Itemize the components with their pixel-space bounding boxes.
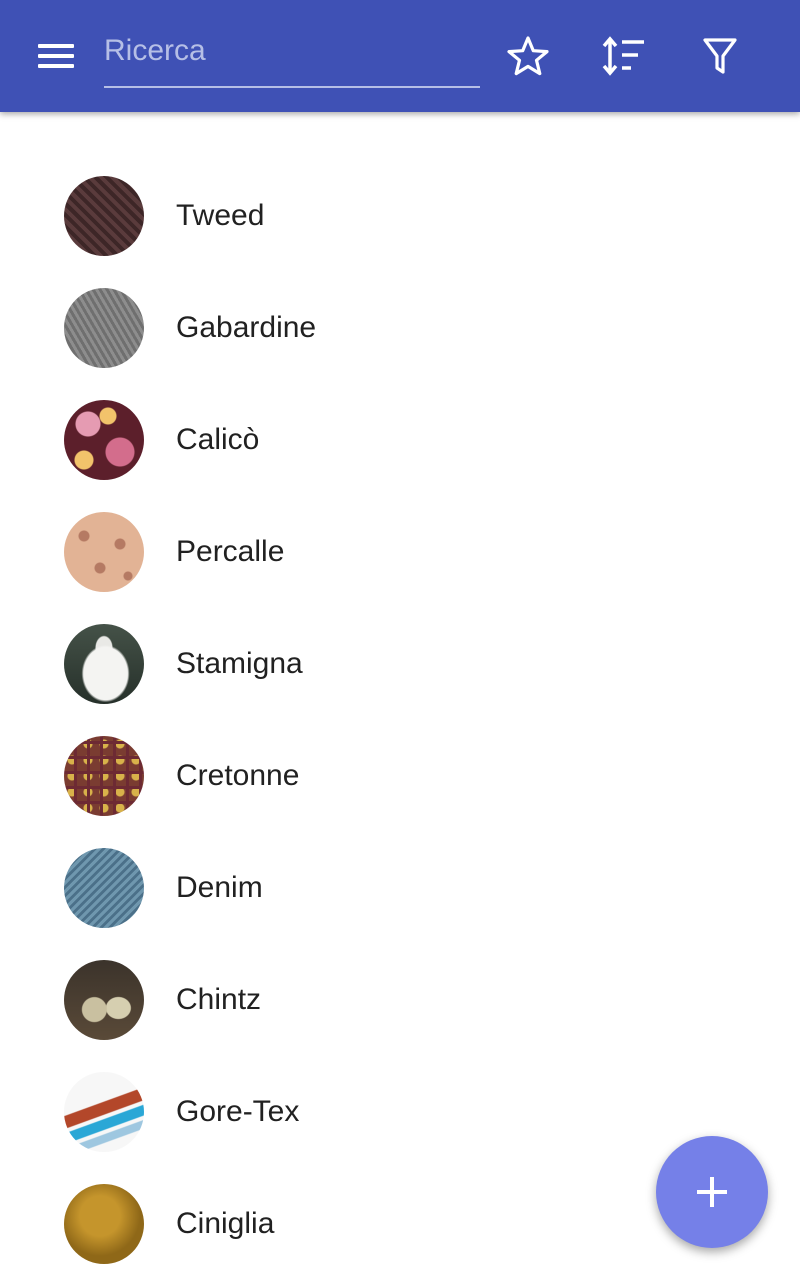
list-item-label: Cretonne bbox=[176, 759, 300, 792]
list-item-label: Calicò bbox=[176, 423, 260, 456]
list-item[interactable]: Stamigna bbox=[0, 608, 800, 720]
search-field bbox=[104, 24, 480, 88]
filter-button[interactable] bbox=[692, 28, 748, 84]
list-item-label: Gore-Tex bbox=[176, 1095, 300, 1128]
add-button[interactable] bbox=[656, 1136, 768, 1248]
list-item-label: Denim bbox=[176, 871, 263, 904]
list-item[interactable]: Calicò bbox=[0, 384, 800, 496]
star-icon bbox=[507, 36, 549, 76]
filter-icon bbox=[703, 38, 737, 74]
favorites-button[interactable] bbox=[500, 28, 556, 84]
list-item-label: Ciniglia bbox=[176, 1207, 275, 1240]
list-item[interactable]: Chintz bbox=[0, 944, 800, 1056]
list-item-label: Tweed bbox=[176, 199, 265, 232]
sort-button[interactable] bbox=[596, 28, 652, 84]
avatar bbox=[64, 736, 144, 816]
list-item[interactable]: Denim bbox=[0, 832, 800, 944]
list-item-label: Percalle bbox=[176, 535, 285, 568]
avatar bbox=[64, 288, 144, 368]
sort-icon bbox=[602, 36, 644, 76]
search-input[interactable] bbox=[104, 24, 480, 88]
list-item[interactable]: Cretonne bbox=[0, 720, 800, 832]
avatar bbox=[64, 512, 144, 592]
menu-button[interactable] bbox=[28, 32, 84, 80]
avatar bbox=[64, 624, 144, 704]
avatar bbox=[64, 176, 144, 256]
list-item-label: Gabardine bbox=[176, 311, 317, 344]
avatar bbox=[64, 1184, 144, 1264]
avatar bbox=[64, 1072, 144, 1152]
list-item[interactable]: Tweed bbox=[0, 160, 800, 272]
avatar bbox=[64, 848, 144, 928]
list-item-label: Chintz bbox=[176, 983, 262, 1016]
list-item-label: Stamigna bbox=[176, 647, 303, 680]
avatar bbox=[64, 400, 144, 480]
list-item[interactable]: Gabardine bbox=[0, 272, 800, 384]
list-item[interactable]: Percalle bbox=[0, 496, 800, 608]
avatar bbox=[64, 960, 144, 1040]
fabric-list: Tweed Gabardine Calicò Percalle Stamigna… bbox=[0, 160, 800, 1280]
app-bar bbox=[0, 0, 800, 112]
